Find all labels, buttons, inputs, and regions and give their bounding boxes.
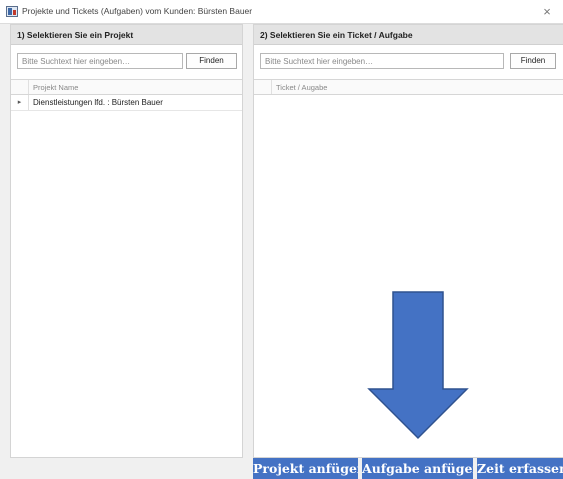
ticket-panel-header: 2) Selektieren Sie ein Ticket / Aufgabe [254, 25, 563, 45]
ticket-search-row: Finden [254, 53, 563, 71]
down-arrow-icon [367, 291, 469, 440]
project-panel: 1) Selektieren Sie ein Projekt Finden Pr… [10, 24, 243, 458]
ticket-find-button[interactable]: Finden [510, 53, 556, 69]
record-time-button[interactable]: Zeit erfassen [477, 458, 563, 479]
app-icon [6, 6, 18, 17]
title-bar: Projekte und Tickets (Aufgaben) vom Kund… [0, 0, 563, 24]
project-panel-header: 1) Selektieren Sie ein Projekt [11, 25, 242, 45]
column-header-projekt-name[interactable]: Projekt Name [33, 83, 78, 92]
grid-indicator-column [254, 80, 272, 94]
project-grid: Projekt Name ▸ Dienstleistungen lfd. : B… [11, 79, 242, 457]
table-row[interactable]: ▸ Dienstleistungen lfd. : Bürsten Bauer [11, 95, 242, 111]
grid-indicator-column [11, 80, 29, 94]
project-grid-header: Projekt Name [11, 79, 242, 95]
add-task-button[interactable]: Aufgabe anfügen [362, 458, 473, 479]
window-title: Projekte und Tickets (Aufgaben) vom Kund… [22, 6, 253, 16]
project-search-row: Finden [11, 53, 242, 71]
project-search-input[interactable] [17, 53, 183, 69]
close-button[interactable]: × [537, 2, 557, 22]
ticket-search-input[interactable] [260, 53, 504, 69]
project-name-cell: Dienstleistungen lfd. : Bürsten Bauer [33, 98, 163, 107]
project-find-button[interactable]: Finden [186, 53, 237, 69]
add-project-button[interactable]: Projekt anfügen [253, 458, 358, 479]
ticket-grid-header: Ticket / Augabe [254, 79, 563, 95]
row-indicator-icon: ▸ [11, 95, 29, 110]
column-header-ticket-aufgabe[interactable]: Ticket / Augabe [276, 83, 327, 92]
